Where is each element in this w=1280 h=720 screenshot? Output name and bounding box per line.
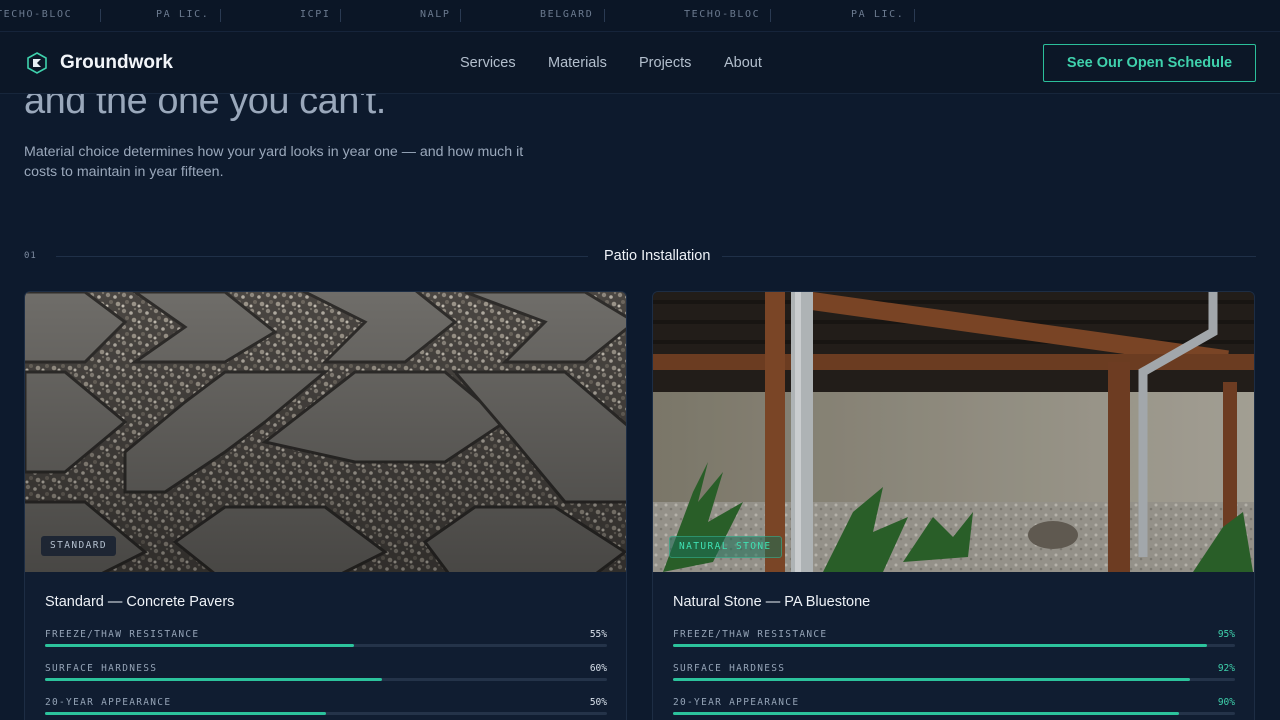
- metric-appearance: 20-YEAR APPEARANCE 50%: [45, 697, 607, 719]
- ticker-separator: [340, 9, 341, 22]
- metric-track: [45, 678, 607, 681]
- metric-freeze-thaw: FREEZE/THAW RESISTANCE 55%: [45, 629, 607, 651]
- metric-value: 55%: [589, 629, 607, 640]
- ticker-separator: [100, 9, 101, 22]
- ticker-separator: [770, 9, 771, 22]
- section-number: 01: [24, 251, 37, 261]
- metric-label: 20-YEAR APPEARANCE: [673, 697, 800, 708]
- brand-name[interactable]: Groundwork: [60, 52, 173, 74]
- nav-link-services[interactable]: Services: [460, 55, 516, 71]
- metric-label: SURFACE HARDNESS: [45, 663, 158, 674]
- metric-value: 90%: [1217, 697, 1235, 708]
- concrete-pavers-photo: [25, 292, 626, 572]
- metric-value: 92%: [1217, 663, 1235, 674]
- metric-appearance: 20-YEAR APPEARANCE 90%: [673, 697, 1235, 719]
- ticker-item: BELGARD: [540, 9, 594, 20]
- ticker-item: TECHO-BLOC: [0, 9, 73, 20]
- open-schedule-button[interactable]: See Our Open Schedule: [1043, 44, 1256, 82]
- metric-fill: [673, 644, 1207, 647]
- metric-label: FREEZE/THAW RESISTANCE: [45, 629, 200, 640]
- metric-surface-hardness: SURFACE HARDNESS 60%: [45, 663, 607, 685]
- section-title: Patio Installation: [604, 248, 711, 264]
- metric-label: FREEZE/THAW RESISTANCE: [673, 629, 828, 640]
- metric-track: [673, 678, 1235, 681]
- metric-surface-hardness: SURFACE HARDNESS 92%: [673, 663, 1235, 685]
- divider-line: [722, 256, 1256, 257]
- metric-fill: [45, 712, 326, 715]
- covered-patio-photo: [653, 292, 1254, 572]
- metric-value: 50%: [589, 697, 607, 708]
- card-title: Standard — Concrete Pavers: [45, 594, 235, 610]
- nav-link-about[interactable]: About: [724, 55, 762, 71]
- divider-line: [56, 256, 588, 257]
- ticker-separator: [604, 9, 605, 22]
- material-card-standard[interactable]: STANDARD Standard — Concrete Pavers FREE…: [24, 291, 627, 720]
- ticker-separator: [460, 9, 461, 22]
- ticker-separator: [914, 9, 915, 22]
- metric-track: [45, 712, 607, 715]
- metric-value: 95%: [1217, 629, 1235, 640]
- material-card-natural-stone[interactable]: NATURAL STONE Natural Stone — PA Bluesto…: [652, 291, 1255, 720]
- card-title: Natural Stone — PA Bluestone: [673, 594, 871, 610]
- metric-track: [673, 644, 1235, 647]
- material-badge: STANDARD: [41, 536, 116, 556]
- metric-fill: [45, 644, 355, 647]
- metric-track: [45, 644, 607, 647]
- ticker-item: PA LIC.: [851, 9, 905, 20]
- nav-link-materials[interactable]: Materials: [548, 55, 607, 71]
- metric-fill: [45, 678, 383, 681]
- metric-label: SURFACE HARDNESS: [673, 663, 786, 674]
- metric-fill: [673, 712, 1179, 715]
- metric-value: 60%: [589, 663, 607, 674]
- ticker-item: NALP: [420, 9, 451, 20]
- metric-track: [673, 712, 1235, 715]
- nav-link-projects[interactable]: Projects: [639, 55, 691, 71]
- metric-fill: [673, 678, 1191, 681]
- ticker-item: ICPI: [300, 9, 331, 20]
- ticker-item: TECHO-BLOC: [684, 9, 761, 20]
- hero-subtitle: Material choice determines how your yard…: [24, 144, 524, 180]
- site-header: Groundwork Services Materials Projects A…: [0, 32, 1280, 94]
- metric-freeze-thaw: FREEZE/THAW RESISTANCE 95%: [673, 629, 1235, 651]
- credentials-ticker: TECHO-BLOC PA LIC. ICPI NALP BELGARD TEC…: [0, 0, 1280, 32]
- ticker-separator: [220, 9, 221, 22]
- metric-label: 20-YEAR APPEARANCE: [45, 697, 172, 708]
- leaf-block-icon[interactable]: [27, 52, 47, 74]
- ticker-item: PA LIC.: [156, 9, 210, 20]
- material-badge: NATURAL STONE: [669, 536, 782, 558]
